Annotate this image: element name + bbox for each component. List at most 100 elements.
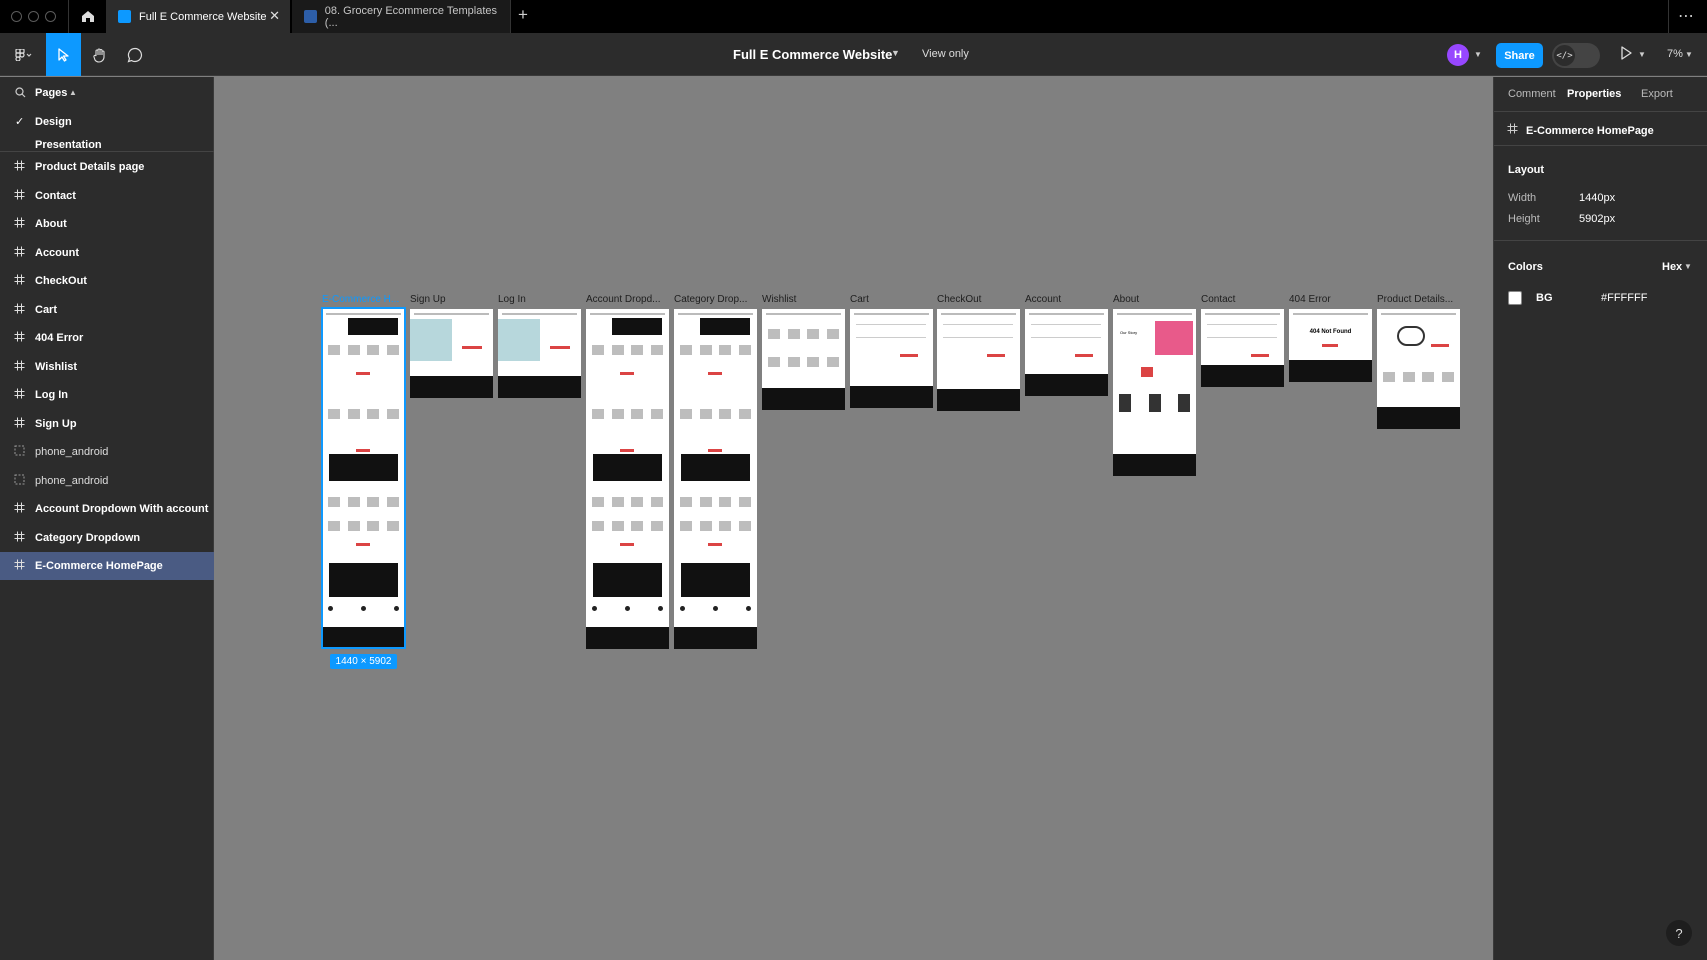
tab-properties[interactable]: Properties <box>1567 88 1621 100</box>
minimize-window-icon[interactable] <box>28 11 39 22</box>
close-tab-icon[interactable]: ✕ <box>269 9 280 23</box>
tab-comment[interactable]: Comment <box>1508 88 1556 100</box>
frame-thumbnail[interactable] <box>1201 309 1284 387</box>
frame-label[interactable]: Account <box>1025 294 1107 305</box>
frame-label[interactable]: Product Details... <box>1377 294 1459 305</box>
frame-label[interactable]: 404 Error <box>1289 294 1371 305</box>
layer-item[interactable]: Wishlist <box>0 353 214 381</box>
frame-label[interactable]: Contact <box>1201 294 1283 305</box>
chevron-up-icon[interactable]: ▲ <box>69 88 77 97</box>
layer-item[interactable]: Sign Up <box>0 410 214 438</box>
frame-label[interactable]: Cart <box>850 294 932 305</box>
frame-label[interactable]: Account Dropd... <box>586 294 668 305</box>
page-item-presentation[interactable]: Presentation <box>0 140 214 151</box>
tab-grocery-templates[interactable]: 08. Grocery Ecommerce Templates (... <box>292 0 510 33</box>
avatar[interactable]: H <box>1447 44 1469 66</box>
layer-label: phone_android <box>35 474 109 487</box>
frame-hash-icon <box>14 189 25 199</box>
frame-thumbnail[interactable] <box>937 309 1020 411</box>
layer-item[interactable]: phone_android <box>0 467 214 495</box>
chevron-down-icon[interactable]: ▼ <box>1638 50 1646 59</box>
frame-hash-icon <box>14 331 25 342</box>
frame-label[interactable]: E-Commerce H... <box>322 294 404 305</box>
frame-label[interactable]: Wishlist <box>762 294 844 305</box>
hand-tool-button[interactable] <box>85 33 115 76</box>
tab-full-ecommerce[interactable]: Full E Commerce Website ✕ <box>106 0 290 33</box>
layer-item[interactable]: CheckOut <box>0 267 214 295</box>
page-item-design[interactable]: ✓ Design <box>0 110 214 134</box>
search-icon[interactable] <box>15 87 26 98</box>
chevron-down-icon[interactable]: ▼ <box>1684 262 1692 271</box>
chevron-down-icon[interactable]: ▼ <box>1685 50 1693 59</box>
frame-hash-icon <box>14 274 25 285</box>
layer-item[interactable]: Log In <box>0 381 214 409</box>
layer-label: E-Commerce HomePage <box>35 560 163 572</box>
layer-item[interactable]: Product Details page <box>0 153 214 181</box>
frame-label[interactable]: CheckOut <box>937 294 1019 305</box>
frame-label[interactable]: Log In <box>498 294 580 305</box>
frame-thumbnail[interactable] <box>586 309 669 649</box>
selected-layer-name: E-Commerce HomePage <box>1526 125 1654 137</box>
figma-file-icon <box>118 10 131 23</box>
frame-thumbnail[interactable] <box>1025 309 1108 396</box>
layer-item[interactable]: Account <box>0 239 214 267</box>
home-button[interactable] <box>70 0 106 33</box>
frame-thumbnail[interactable] <box>762 309 845 410</box>
frame-thumbnail[interactable]: 404 Not Found <box>1289 309 1372 382</box>
comment-icon <box>127 47 143 62</box>
present-play-icon[interactable] <box>1620 46 1632 60</box>
layer-item[interactable]: Category Dropdown <box>0 524 214 552</box>
tab-export[interactable]: Export <box>1641 88 1673 100</box>
height-value[interactable]: 5902px <box>1579 213 1615 225</box>
layer-item[interactable]: Contact <box>0 182 214 210</box>
frame-thumbnail[interactable] <box>850 309 933 408</box>
layer-item[interactable]: phone_android <box>0 438 214 466</box>
color-format-select[interactable]: Hex <box>1662 261 1682 273</box>
selection-outline <box>321 307 406 649</box>
main-menu-button[interactable] <box>6 33 42 76</box>
layer-label: Sign Up <box>35 417 77 430</box>
layer-item[interactable]: About <box>0 210 214 238</box>
layer-item[interactable]: E-Commerce HomePage <box>0 552 214 580</box>
zoom-level[interactable]: 7% <box>1667 48 1683 60</box>
canvas[interactable]: E-Commerce H... Sign Up Log In Account Drop… <box>215 77 1492 960</box>
frame-thumbnail[interactable] <box>1377 309 1460 429</box>
chevron-down-icon[interactable]: ▼ <box>1474 50 1482 59</box>
title-bar: Full E Commerce Website ✕ 08. Grocery Ec… <box>0 0 1707 33</box>
layout-section-title: Layout <box>1508 164 1545 176</box>
section-dashed-icon <box>14 445 25 456</box>
more-menu-icon[interactable]: ⋯ <box>1678 6 1695 26</box>
dev-mode-toggle[interactable]: </> <box>1552 43 1600 68</box>
color-swatch[interactable] <box>1508 291 1522 305</box>
layer-item[interactable]: Account Dropdown With account <box>0 495 214 523</box>
frame-label[interactable]: Sign Up <box>410 294 492 305</box>
file-title[interactable]: Full E Commerce Website <box>733 47 892 62</box>
frame-hash-icon <box>14 502 25 513</box>
frame-thumbnail[interactable] <box>674 309 757 649</box>
layer-label: Product Details page <box>35 161 145 173</box>
maximize-window-icon[interactable] <box>45 11 56 22</box>
frame-label[interactable]: Category Drop... <box>674 294 756 305</box>
new-tab-plus-icon[interactable]: + <box>518 5 528 25</box>
frame-label[interactable]: About <box>1113 294 1195 305</box>
hand-icon <box>93 47 105 63</box>
color-hex-value[interactable]: #FFFFFF <box>1601 292 1647 304</box>
layer-item[interactable]: 404 Error <box>0 324 214 352</box>
frame-thumbnail[interactable]: Our Story <box>1113 309 1196 476</box>
colors-section-title: Colors <box>1508 261 1543 273</box>
move-tool-button[interactable] <box>46 33 81 76</box>
layer-label: Log In <box>35 389 68 401</box>
comment-tool-button[interactable] <box>120 33 150 76</box>
chevron-down-icon[interactable]: ▼ <box>891 48 900 58</box>
toolbar: Full E Commerce Website ▼ View only H ▼ … <box>0 33 1707 76</box>
home-icon <box>82 11 94 22</box>
width-value[interactable]: 1440px <box>1579 192 1615 204</box>
layer-item[interactable]: Cart <box>0 296 214 324</box>
pages-header[interactable]: Pages ▲ <box>0 77 214 105</box>
help-button[interactable]: ? <box>1666 920 1692 946</box>
frame-thumbnail[interactable] <box>498 309 581 398</box>
close-window-icon[interactable] <box>11 11 22 22</box>
figma-file-icon <box>304 10 317 23</box>
frame-thumbnail[interactable] <box>410 309 493 398</box>
share-button[interactable]: Share <box>1496 43 1543 68</box>
